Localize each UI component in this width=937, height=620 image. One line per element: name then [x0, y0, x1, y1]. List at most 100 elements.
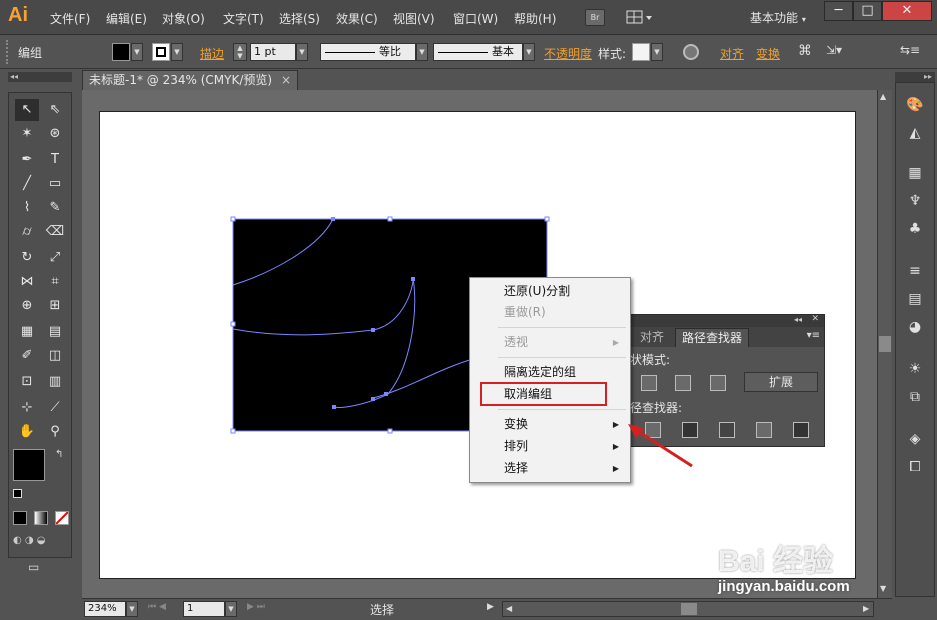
rectangle-tool-icon[interactable]: ▭: [43, 173, 67, 195]
dock-header[interactable]: ▸▸: [895, 72, 935, 82]
menu-view[interactable]: 视图(V): [393, 10, 435, 27]
symbols-panel-icon[interactable]: ♣: [904, 219, 926, 239]
scroll-left-icon[interactable]: ◀: [506, 604, 512, 613]
panel-menu-icon[interactable]: ▾≡: [807, 330, 820, 341]
swap-colors-icon[interactable]: ↰: [55, 449, 63, 460]
default-colors-icon[interactable]: [13, 489, 22, 498]
menu-item-select[interactable]: 选择 ▶: [471, 458, 629, 479]
zoom-tool-icon[interactable]: ⚲: [43, 421, 67, 443]
perspective-grid-tool-icon[interactable]: ⊞: [43, 295, 67, 317]
stroke-panel-link[interactable]: 描边: [200, 45, 224, 62]
arrange-documents-icon[interactable]: [626, 9, 654, 26]
tab-pathfinder[interactable]: 路径查找器: [675, 328, 750, 347]
merge-icon[interactable]: [719, 422, 735, 438]
artboards-panel-icon[interactable]: ⧠: [904, 457, 926, 477]
line-tool-icon[interactable]: ╱: [15, 173, 39, 195]
blend-tool-icon[interactable]: ◫: [43, 345, 67, 367]
variable-width-profile[interactable]: 等比: [320, 43, 416, 61]
menu-type[interactable]: 文字(T): [223, 10, 264, 27]
lasso-tool-icon[interactable]: ⊛: [43, 123, 67, 145]
shape-builder-tool-icon[interactable]: ⊕: [15, 295, 39, 317]
status-menu-icon[interactable]: ▶: [487, 602, 494, 612]
transform-link[interactable]: 变换: [756, 45, 780, 62]
isolate-group-icon[interactable]: ⌘: [796, 43, 814, 61]
horizontal-scrollbar[interactable]: ◀ ▶: [502, 601, 874, 617]
next-page-icon[interactable]: ▶ ⏭: [247, 602, 265, 612]
opacity-link[interactable]: 不透明度: [544, 45, 592, 62]
direct-selection-tool-icon[interactable]: ⇖: [43, 99, 67, 121]
symbol-sprayer-tool-icon[interactable]: ⊡: [15, 371, 39, 393]
mesh-tool-icon[interactable]: ▦: [15, 321, 39, 343]
expand-button[interactable]: 扩展: [744, 372, 818, 392]
stroke-dropdown[interactable]: ▼: [171, 43, 183, 61]
menu-item-undo[interactable]: 还原(U)分割: [471, 281, 629, 302]
graphic-styles-icon[interactable]: ⧉: [904, 387, 926, 407]
menu-effect[interactable]: 效果(C): [336, 10, 378, 27]
vertical-scrollbar[interactable]: ▲ ▼: [877, 90, 892, 598]
panel-title-bar[interactable]: ◂◂ ✕: [620, 314, 824, 327]
align-link[interactable]: 对齐: [720, 45, 744, 62]
column-graph-tool-icon[interactable]: ▥: [43, 371, 67, 393]
profile-dropdown[interactable]: ▼: [416, 43, 428, 61]
stroke-panel-icon[interactable]: ≡: [904, 261, 926, 281]
gradient-mode-icon[interactable]: [34, 511, 48, 525]
fill-dropdown[interactable]: ▼: [131, 43, 143, 61]
scroll-up-icon[interactable]: ▲: [880, 92, 886, 101]
minus-front-icon[interactable]: [710, 375, 726, 391]
panel-close-icon[interactable]: ✕: [811, 314, 819, 324]
layers-panel-icon[interactable]: ◈: [904, 429, 926, 449]
scroll-right-icon[interactable]: ▶: [863, 604, 869, 613]
exclude-shape-icon[interactable]: [641, 375, 657, 391]
menu-file[interactable]: 文件(F): [50, 10, 90, 27]
brush-definition[interactable]: 基本: [433, 43, 523, 61]
eyedropper-tool-icon[interactable]: ✐: [15, 345, 39, 367]
appearance-panel-icon[interactable]: ☀: [904, 359, 926, 379]
menu-item-arrange[interactable]: 排列 ▶: [471, 436, 629, 457]
grip-handle[interactable]: [6, 40, 9, 64]
width-tool-icon[interactable]: ⋈: [15, 271, 39, 293]
graphic-style-swatch[interactable]: [632, 43, 650, 61]
brushes-panel-icon[interactable]: ♆: [904, 191, 926, 211]
first-page-icon[interactable]: ⏮ ◀: [148, 602, 166, 612]
screen-mode-icon[interactable]: ▭: [28, 560, 50, 576]
color-panel-icon[interactable]: 🎨: [904, 95, 926, 115]
graphic-style-dropdown[interactable]: ▼: [651, 43, 663, 61]
swatches-panel-icon[interactable]: ▦: [904, 163, 926, 183]
rotate-tool-icon[interactable]: ↻: [15, 247, 39, 269]
crop-icon[interactable]: [756, 422, 772, 438]
menu-item-transform[interactable]: 变换 ▶: [471, 414, 629, 435]
draw-mode-icons[interactable]: ◐ ◑ ◒: [13, 535, 69, 549]
tab-close-icon[interactable]: ×: [281, 71, 291, 90]
menu-edit[interactable]: 编辑(E): [106, 10, 147, 27]
artboard-tool-icon[interactable]: ⊹: [15, 397, 39, 419]
menu-window[interactable]: 窗口(W): [453, 10, 498, 27]
scroll-thumb-h[interactable]: [681, 603, 697, 615]
maximize-button[interactable]: □: [853, 1, 882, 21]
scroll-thumb[interactable]: [879, 336, 891, 352]
free-transform-tool-icon[interactable]: ⌗: [43, 271, 67, 293]
color-mode-icon[interactable]: [13, 511, 27, 525]
artboard-number-field[interactable]: 1: [183, 601, 225, 617]
tools-panel-header[interactable]: ◂◂: [8, 72, 72, 82]
stroke-weight-dropdown[interactable]: ▼: [296, 43, 308, 61]
fill-swatch[interactable]: [112, 43, 130, 61]
eraser-tool-icon[interactable]: ⌫: [43, 221, 67, 243]
type-tool-icon[interactable]: T: [43, 149, 67, 171]
gradient-tool-icon[interactable]: ▤: [43, 321, 67, 343]
none-mode-icon[interactable]: [55, 511, 69, 525]
zoom-dropdown[interactable]: ▼: [126, 601, 138, 617]
gradient-panel-icon[interactable]: ▤: [904, 289, 926, 309]
stroke-swatch[interactable]: [152, 43, 170, 61]
menu-select[interactable]: 选择(S): [279, 10, 320, 27]
blob-brush-tool-icon[interactable]: ⌭: [15, 221, 39, 243]
zoom-field[interactable]: 234%: [84, 601, 126, 617]
pen-tool-icon[interactable]: ✒: [15, 149, 39, 171]
hand-tool-icon[interactable]: ✋: [15, 421, 39, 443]
selection-tool-icon[interactable]: ↖: [15, 99, 39, 121]
document-tab[interactable]: 未标题-1* @ 234% (CMYK/预览) ×: [82, 70, 298, 90]
slice-tool-icon[interactable]: ⟋: [43, 397, 67, 419]
paintbrush-tool-icon[interactable]: ⌇: [15, 197, 39, 219]
menu-object[interactable]: 对象(O): [162, 10, 205, 27]
color-guide-icon[interactable]: ◭: [904, 123, 926, 143]
recolor-artwork-icon[interactable]: [683, 44, 699, 60]
